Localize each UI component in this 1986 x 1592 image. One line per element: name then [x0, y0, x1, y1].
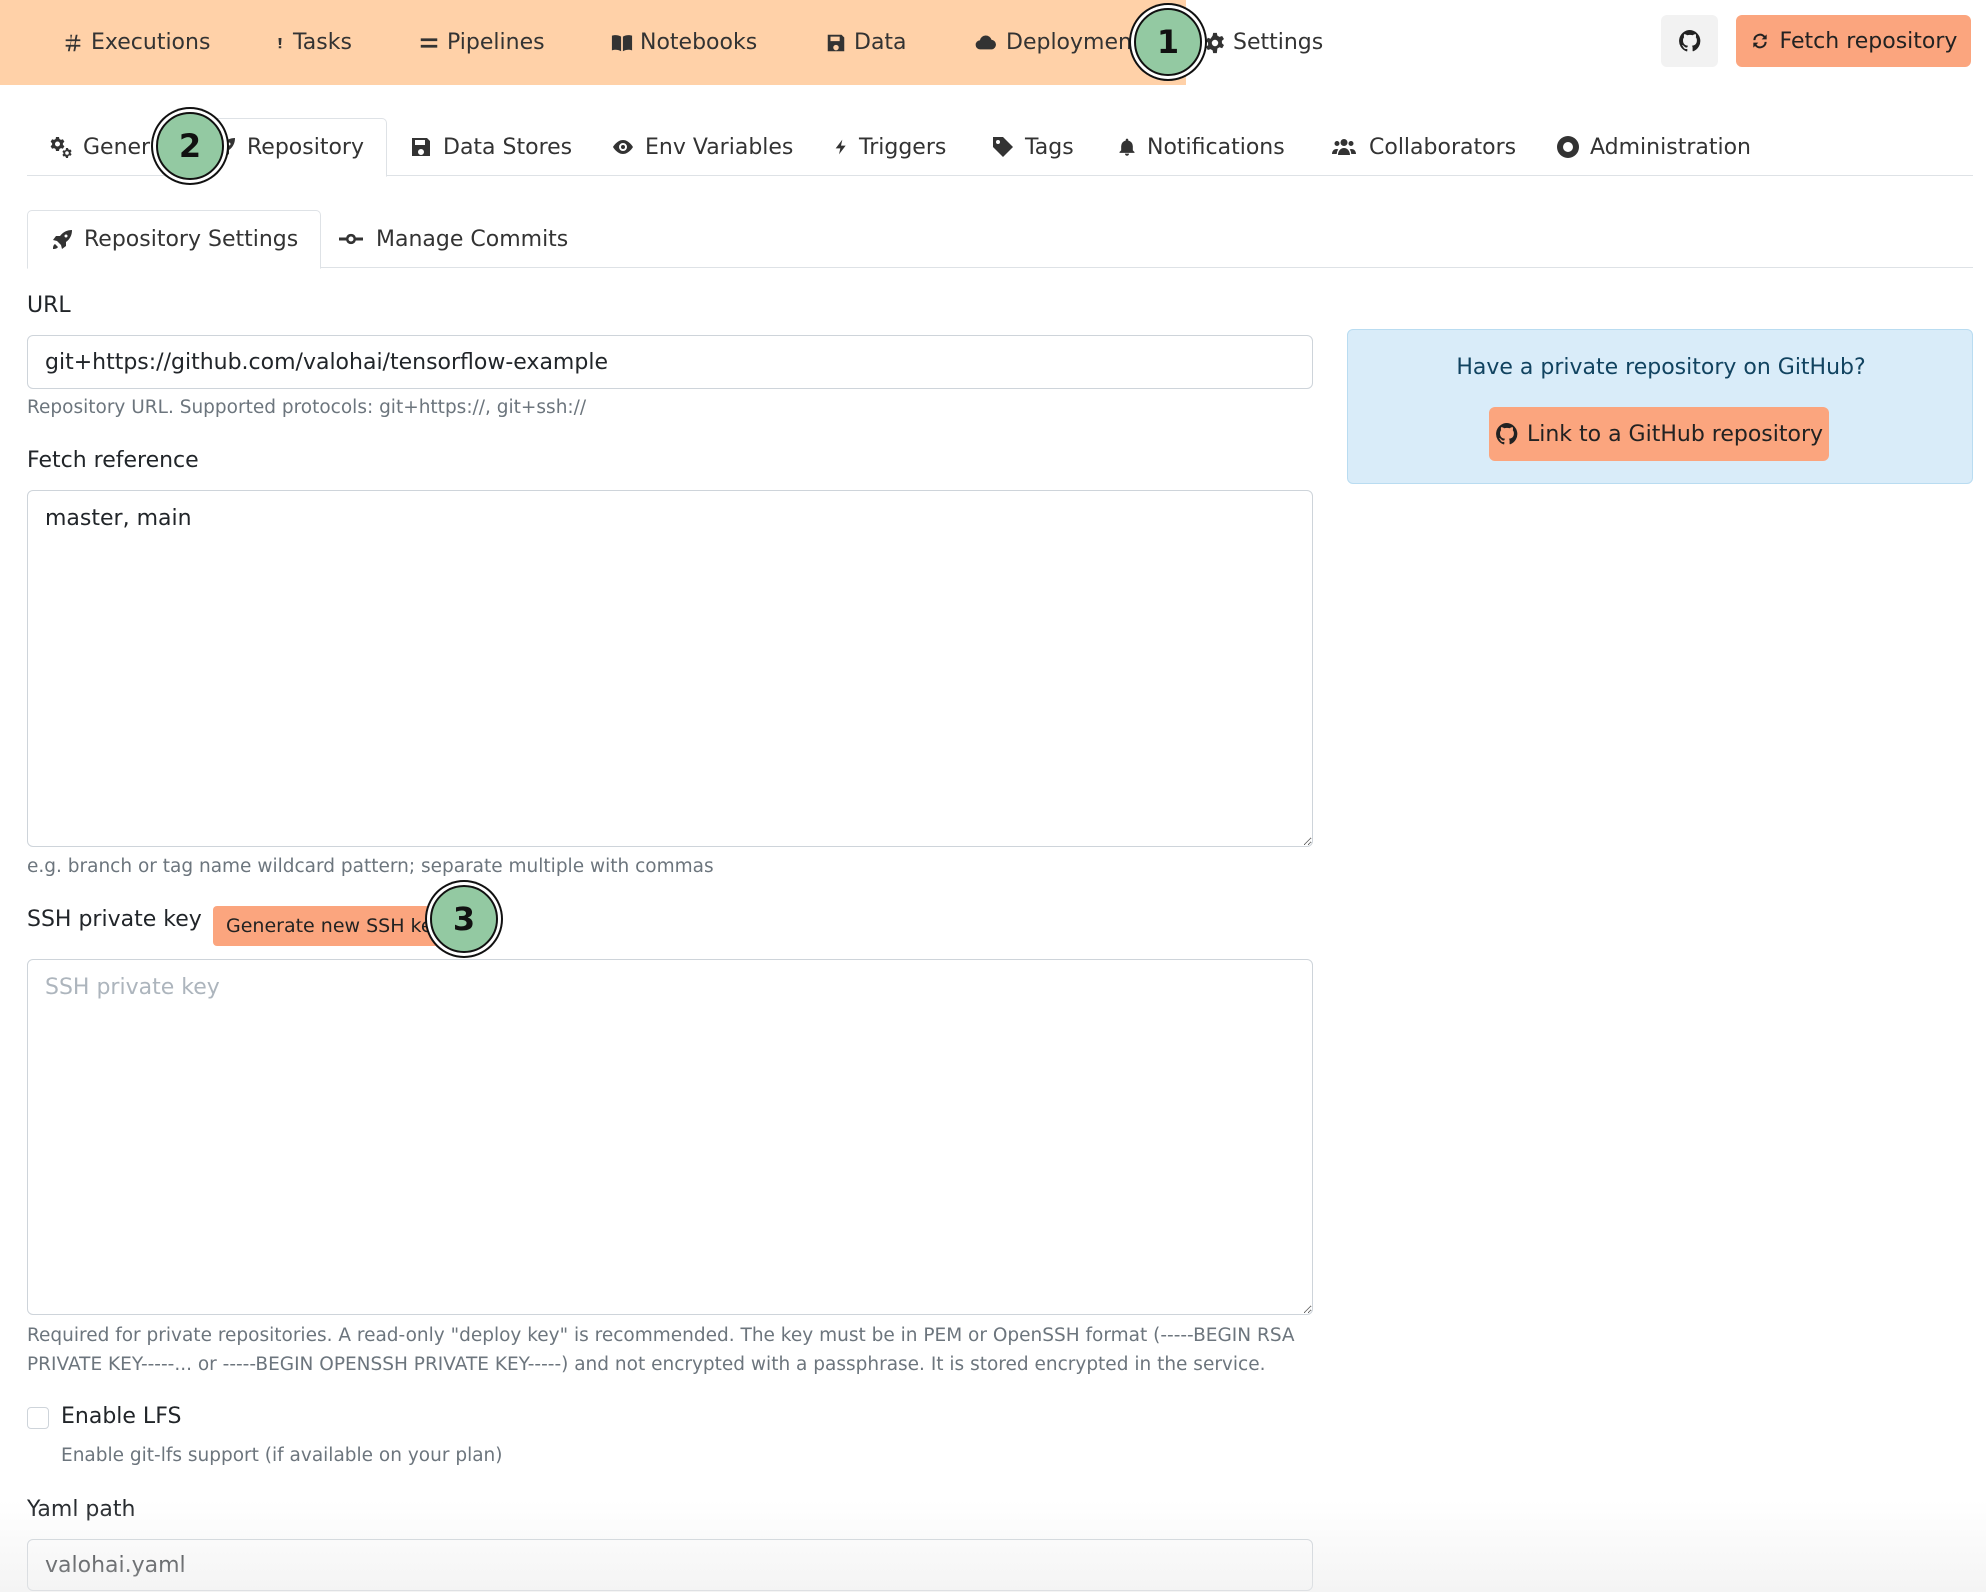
url-label: URL	[27, 293, 71, 318]
yaml-path-input[interactable]	[27, 1539, 1313, 1591]
link-github-repository-label: Link to a GitHub repository	[1526, 421, 1824, 447]
generate-ssh-key-label: Generate new SSH key	[226, 915, 443, 937]
enable-lfs-help: Enable git-lfs support (if available on …	[61, 1445, 503, 1466]
tab-label: Gener	[83, 134, 151, 160]
enable-lfs-checkbox[interactable]	[27, 1407, 49, 1429]
nav-item-data[interactable]: Data	[825, 0, 907, 85]
tab-collaborators[interactable]: Collaborators	[1329, 118, 1516, 176]
step-marker-3: 3	[430, 885, 498, 953]
nav-item-label: Data	[854, 30, 907, 55]
github-icon	[1496, 423, 1518, 445]
step-marker-1: 1	[1134, 8, 1202, 76]
github-icon	[1678, 30, 1700, 52]
repository-sub-tabs: Repository Settings Manage Commits	[27, 210, 1973, 269]
ssh-key-help: Required for private repositories. A rea…	[27, 1325, 1295, 1375]
nav-item-label: Notebooks	[640, 30, 758, 55]
ssh-key-label: SSH private key	[27, 907, 202, 932]
tab-triggers[interactable]: Triggers	[833, 118, 946, 176]
fetch-reference-input[interactable]: master, main	[27, 490, 1313, 847]
tab-general[interactable]: Gener	[49, 118, 150, 176]
bell-icon	[1119, 138, 1135, 156]
fetch-repository-button[interactable]: Fetch repository	[1736, 15, 1971, 67]
tab-tags[interactable]: Tags	[991, 118, 1074, 176]
equals-icon	[420, 37, 438, 48]
nav-item-pipelines[interactable]: Pipelines	[418, 0, 545, 85]
ssh-key-input[interactable]	[27, 959, 1313, 1315]
gear-icon	[1206, 32, 1224, 53]
tab-administration[interactable]: Administration	[1556, 118, 1751, 176]
yaml-path-label: Yaml path	[27, 1497, 136, 1522]
url-help: Repository URL. Supported protocols: git…	[27, 397, 587, 418]
tab-data-stores[interactable]: Data Stores	[409, 118, 572, 176]
nav-item-deployment[interactable]: Deployment	[973, 0, 1141, 85]
tag-icon	[993, 137, 1013, 157]
fetch-reference-label: Fetch reference	[27, 448, 199, 473]
gears-icon	[50, 137, 72, 158]
tab-manage-commits[interactable]: Manage Commits	[336, 210, 568, 268]
settings-tabs: Gener Repository Data Stores Env Variabl…	[27, 118, 1973, 177]
nav-item-executions[interactable]: Executions	[62, 0, 210, 85]
floppy-icon	[412, 138, 430, 156]
lifebuoy-icon	[1557, 136, 1579, 158]
github-link-panel: Have a private repository on GitHub? Lin…	[1347, 329, 1973, 484]
commit-icon	[339, 233, 363, 245]
step-marker-2: 2	[156, 112, 224, 180]
nav-item-label: Tasks	[293, 30, 352, 55]
tab-label: Tags	[1025, 134, 1074, 160]
tab-label: Data Stores	[443, 134, 573, 160]
tab-label: Triggers	[859, 134, 947, 160]
fetch-reference-help: e.g. branch or tag name wildcard pattern…	[27, 856, 714, 877]
eye-icon	[613, 140, 633, 154]
nav-item-label: Settings	[1233, 30, 1324, 55]
nav-item-tasks[interactable]: Tasks	[274, 0, 352, 85]
nav-item-label: Executions	[91, 30, 211, 55]
tab-label: Administration	[1590, 134, 1751, 160]
enable-lfs-label: Enable LFS	[61, 1404, 182, 1429]
tab-label: Collaborators	[1369, 134, 1517, 160]
bolt-icon	[835, 139, 846, 155]
hash-icon	[65, 34, 81, 51]
fetch-repository-label: Fetch repository	[1779, 28, 1958, 54]
rocket-icon	[53, 229, 72, 249]
github-link-title: Have a private repository on GitHub?	[1456, 355, 1866, 380]
cloud-icon	[975, 35, 996, 49]
refresh-icon	[1752, 33, 1767, 49]
users-icon	[1332, 139, 1356, 155]
book-icon	[611, 34, 633, 51]
nav-item-settings[interactable]: Settings	[1186, 0, 1357, 85]
nav-item-label: Deployment	[1006, 30, 1141, 55]
tab-label: Repository Settings	[84, 227, 299, 252]
nav-item-notebooks[interactable]: Notebooks	[611, 0, 757, 85]
url-input[interactable]	[27, 335, 1313, 389]
tab-label: Repository	[247, 135, 364, 160]
github-button[interactable]	[1661, 15, 1718, 67]
tab-label: Notifications	[1147, 134, 1285, 160]
tab-notifications[interactable]: Notifications	[1117, 118, 1285, 176]
link-github-repository-button[interactable]: Link to a GitHub repository	[1489, 407, 1829, 461]
tab-label: Env Variables	[645, 134, 794, 160]
tab-repository-settings[interactable]: Repository Settings	[27, 210, 322, 269]
nav-item-label: Pipelines	[447, 30, 545, 55]
generate-ssh-key-button[interactable]: Generate new SSH key	[213, 906, 443, 946]
tab-env-variables[interactable]: Env Variables	[611, 118, 793, 176]
exclamation-icon	[278, 37, 282, 48]
floppy-icon	[827, 34, 845, 51]
tab-label: Manage Commits	[376, 226, 569, 252]
